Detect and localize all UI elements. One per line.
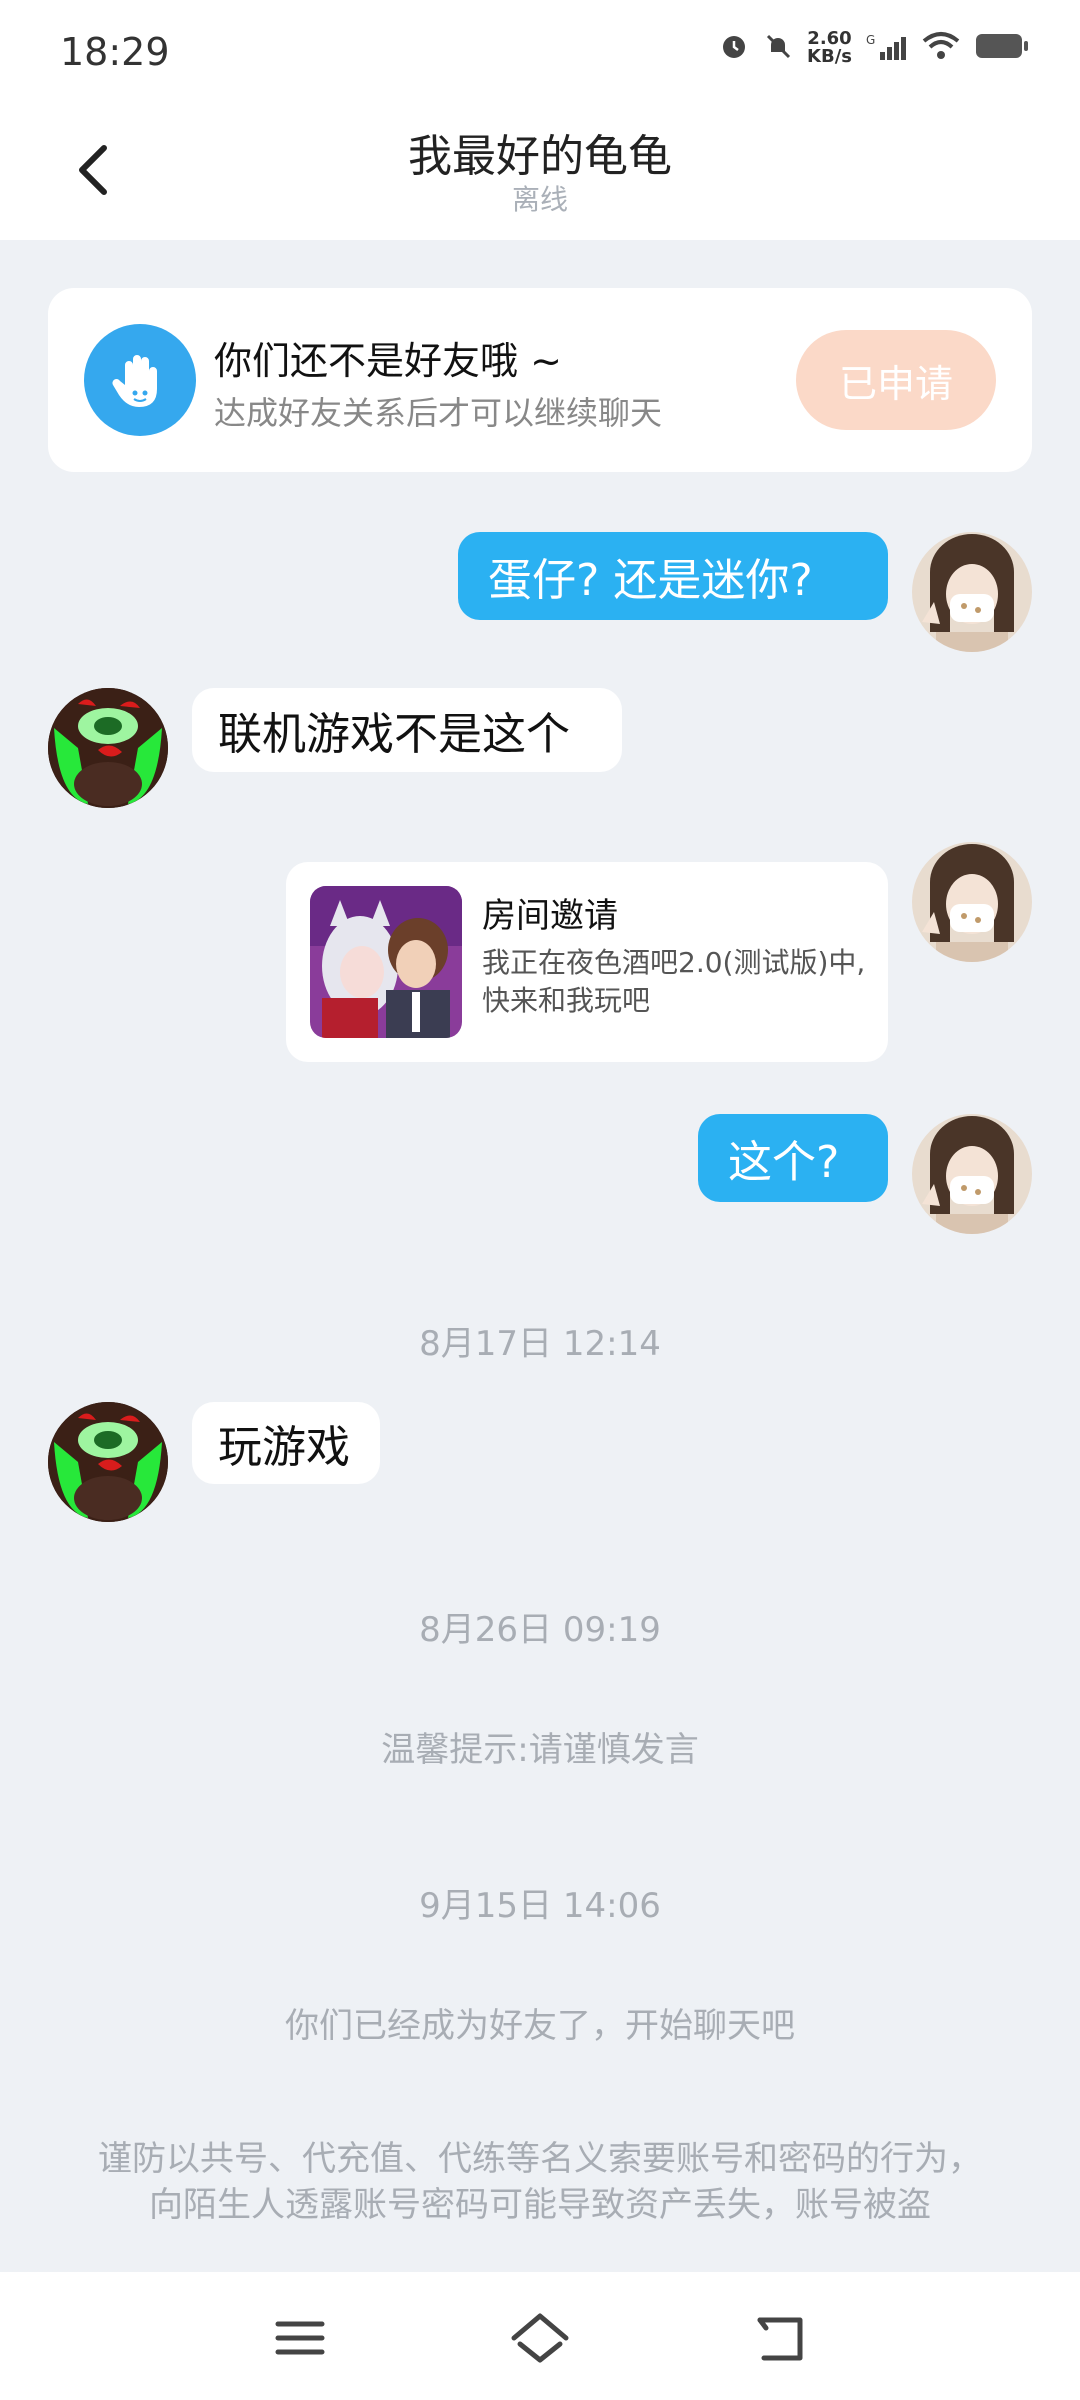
status-time: 18:29: [60, 30, 170, 74]
my-avatar[interactable]: [912, 842, 1032, 962]
message-bubble[interactable]: 联机游戏不是这个: [192, 688, 622, 772]
chat-header: 我最好的龟龟 离线: [0, 100, 1080, 240]
battery-icon: [974, 31, 1030, 65]
chat-title[interactable]: 我最好的龟龟: [0, 120, 1080, 184]
network-speed: 2.60 KB/s: [807, 28, 852, 67]
system-friends-message: 你们已经成为好友了，开始聊天吧: [285, 2006, 795, 2046]
room-invite-card[interactable]: 房间邀请 我正在夜色酒吧2.0(测试版)中, 快来和我玩吧: [286, 862, 888, 1062]
hand-icon: [84, 324, 196, 436]
back-nav-button[interactable]: [750, 2308, 810, 2368]
invite-title: 房间邀请: [482, 896, 618, 936]
home-button[interactable]: [510, 2308, 570, 2368]
timestamp: 9月15日 14:06: [419, 1886, 661, 1926]
system-tip: 温馨提示:请谨慎发言: [381, 1730, 699, 1770]
message-bubble[interactable]: 蛋仔? 还是迷你?: [458, 532, 888, 620]
applied-button[interactable]: 已申请: [796, 330, 996, 430]
my-avatar[interactable]: [912, 532, 1032, 652]
message-bubble[interactable]: 这个?: [698, 1114, 888, 1202]
game-thumbnail: [310, 886, 462, 1038]
system-navigation-bar: [0, 2272, 1080, 2400]
timestamp: 8月26日 09:19: [419, 1610, 661, 1650]
menu-button[interactable]: [270, 2308, 330, 2368]
svg-text:G: G: [866, 33, 875, 47]
alarm-icon: [719, 31, 749, 65]
my-avatar[interactable]: [912, 1114, 1032, 1234]
friend-notice-title: 你们还不是好友哦 ~: [214, 339, 562, 383]
home-icon: [511, 2313, 569, 2363]
timestamp: 8月17日 12:14: [419, 1324, 661, 1364]
status-bar: 18:29 2.60 KB/s G: [0, 0, 1080, 100]
online-status: 离线: [511, 183, 568, 216]
friend-request-card: 你们还不是好友哦 ~ 达成好友关系后才可以继续聊天 已申请: [48, 288, 1032, 472]
menu-icon: [275, 2321, 325, 2355]
friend-avatar[interactable]: [48, 1402, 168, 1522]
invite-description: 我正在夜色酒吧2.0(测试版)中, 快来和我玩吧: [482, 946, 866, 1017]
wifi-icon: [922, 31, 960, 65]
friend-notice-subtitle: 达成好友关系后才可以继续聊天: [214, 394, 663, 432]
mute-icon: [763, 31, 793, 65]
status-icons: 2.60 KB/s G: [719, 30, 1030, 66]
friend-avatar[interactable]: [48, 688, 168, 808]
back-nav-icon: [757, 2317, 803, 2361]
security-warning: 谨防以共号、代充值、代练等名义索要账号和密码的行为， 向陌生人透露账号密码可能导…: [98, 2139, 982, 2225]
message-bubble[interactable]: 玩游戏: [192, 1402, 380, 1484]
signal-icon: G: [866, 32, 908, 64]
